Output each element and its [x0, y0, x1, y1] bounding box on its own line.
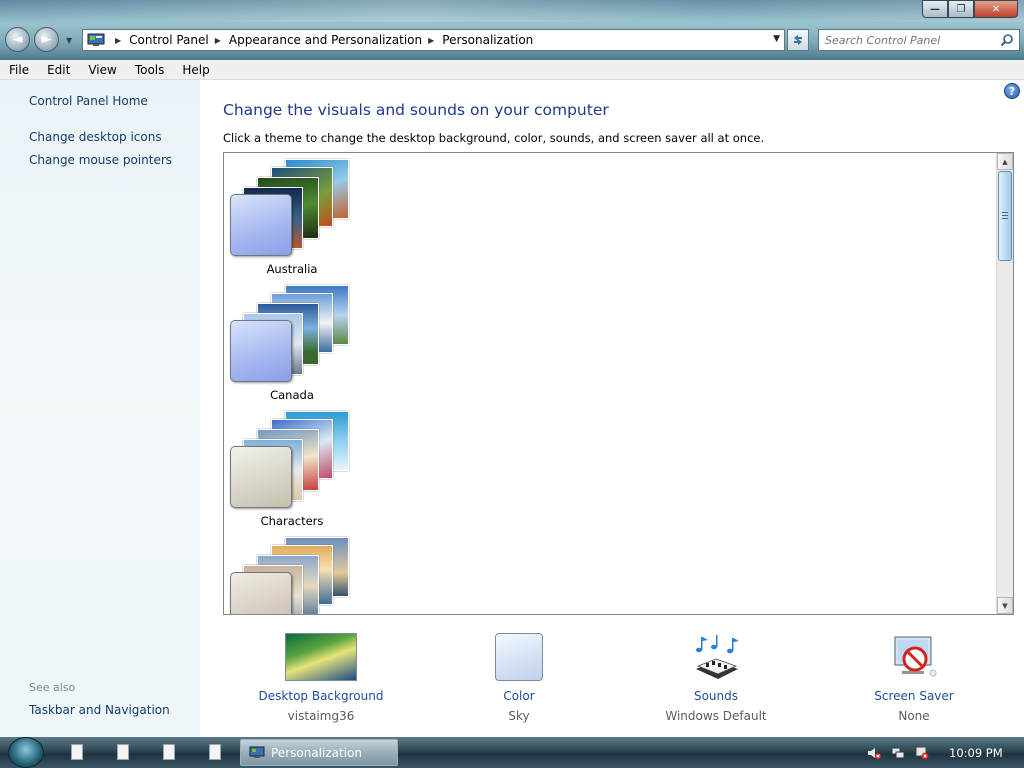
control-panel-icon: [249, 746, 265, 758]
menu-tools[interactable]: Tools: [126, 63, 174, 77]
breadcrumb-separator-icon[interactable]: ▶: [115, 36, 121, 45]
screen-saver-icon: [894, 636, 937, 677]
tile-name[interactable]: Sounds: [641, 689, 791, 703]
back-button[interactable]: ◄: [5, 27, 30, 52]
refresh-icon: [794, 35, 802, 45]
tile-value: Windows Default: [665, 709, 767, 723]
theme-list[interactable]: Australia Canada Characters ▲ ▼: [223, 152, 1014, 615]
see-also-heading: See also: [29, 681, 76, 694]
quick-launch-document-icon[interactable]: [71, 744, 83, 760]
quick-launch-document-icon[interactable]: [163, 744, 175, 760]
menu-edit[interactable]: Edit: [38, 63, 79, 77]
page-subtitle: Click a theme to change the desktop back…: [223, 131, 765, 145]
theme-name: Australia: [266, 262, 318, 276]
volume-muted-icon[interactable]: [867, 746, 881, 760]
tile-name[interactable]: Color: [444, 689, 594, 703]
window-controls: — ❐ ✕: [922, 0, 1018, 18]
minimize-button[interactable]: —: [922, 0, 948, 18]
main-content: ? Change the visuals and sounds on your …: [200, 80, 1024, 737]
address-bar[interactable]: ▶ Control Panel ▶ Appearance and Persona…: [82, 29, 785, 51]
tile-value: vistaimg36: [287, 709, 355, 723]
menu-bar: File Edit View Tools Help: [0, 60, 1024, 80]
control-panel-icon: [87, 33, 105, 46]
quick-launch-document-icon[interactable]: [209, 744, 221, 760]
sounds-icon: [696, 635, 739, 679]
theme-preview: [227, 157, 353, 257]
task-pane: Control Panel Home Change desktop icons …: [0, 80, 200, 737]
security-alert-icon[interactable]: [915, 746, 929, 760]
breadcrumb-appearance[interactable]: Appearance and Personalization: [229, 33, 422, 47]
theme-name: Characters: [260, 514, 324, 528]
breadcrumb-personalization[interactable]: Personalization: [442, 33, 533, 47]
menu-file[interactable]: File: [0, 63, 38, 77]
color-swatch-icon: [495, 633, 543, 681]
sounds-tile[interactable]: Sounds Windows Default: [641, 633, 791, 723]
tile-name[interactable]: Desktop Background: [246, 689, 396, 703]
window-color-swatch: [230, 572, 292, 614]
theme-item-canada[interactable]: Canada: [227, 283, 357, 407]
theme-name: Canada: [270, 388, 314, 402]
search-input[interactable]: [819, 33, 994, 47]
taskbar-button-personalization[interactable]: Personalization: [240, 739, 398, 766]
search-icon[interactable]: [1000, 33, 1014, 47]
search-box: [818, 29, 1020, 51]
window-color-swatch: [230, 194, 292, 256]
screen-saver-tile[interactable]: Screen Saver None: [839, 633, 989, 723]
scroll-grip-icon: [1002, 212, 1008, 220]
breadcrumb: ▶ Control Panel ▶ Appearance and Persona…: [109, 33, 533, 47]
menu-help[interactable]: Help: [173, 63, 218, 77]
tile-value: Sky: [508, 709, 530, 723]
change-mouse-pointers-link[interactable]: Change mouse pointers: [29, 153, 172, 167]
theme-item-australia[interactable]: Australia: [227, 157, 357, 281]
theme-preview: [227, 535, 353, 614]
breadcrumb-control-panel[interactable]: Control Panel: [129, 33, 209, 47]
change-desktop-icons-link[interactable]: Change desktop icons: [29, 130, 162, 144]
window-color-swatch: [230, 446, 292, 508]
breadcrumb-separator-icon[interactable]: ▶: [428, 36, 434, 45]
taskbar-button-label: Personalization: [271, 745, 362, 760]
window-color-swatch: [230, 320, 292, 382]
help-icon[interactable]: ?: [1004, 83, 1020, 99]
refresh-button[interactable]: [787, 29, 809, 51]
page-title: Change the visuals and sounds on your co…: [223, 101, 609, 119]
breadcrumb-separator-icon[interactable]: ▶: [215, 36, 221, 45]
scroll-down-arrow-icon[interactable]: ▼: [997, 597, 1013, 614]
clock[interactable]: 10:09 PM: [949, 746, 1003, 760]
forward-button[interactable]: ►: [34, 27, 59, 52]
theme-list-scrollbar[interactable]: ▲ ▼: [996, 153, 1013, 614]
address-dropdown-icon[interactable]: ▼: [773, 34, 780, 44]
taskbar: Personalization 10:09 PM: [0, 737, 1024, 768]
control-panel-home-link[interactable]: Control Panel Home: [29, 94, 148, 108]
quick-launch-document-icon[interactable]: [117, 744, 129, 760]
menu-view[interactable]: View: [79, 63, 125, 77]
close-button[interactable]: ✕: [974, 0, 1018, 18]
theme-preview: [227, 409, 353, 509]
start-button[interactable]: [8, 737, 44, 768]
color-tile[interactable]: Color Sky: [444, 633, 594, 723]
theme-item-characters[interactable]: Characters: [227, 409, 357, 533]
tile-value: None: [898, 709, 930, 723]
scroll-up-arrow-icon[interactable]: ▲: [997, 153, 1013, 170]
tile-name[interactable]: Screen Saver: [839, 689, 989, 703]
theme-preview: [227, 283, 353, 383]
scroll-thumb[interactable]: [998, 171, 1012, 261]
network-icon[interactable]: [891, 746, 905, 760]
wallpaper-icon: [285, 633, 357, 681]
taskbar-navigation-link[interactable]: Taskbar and Navigation: [29, 703, 170, 717]
desktop-background-tile[interactable]: Desktop Background vistaimg36: [246, 633, 396, 723]
maximize-button[interactable]: ❐: [948, 0, 974, 18]
theme-item-4[interactable]: [227, 535, 357, 614]
recent-pages-dropdown-icon[interactable]: ▼: [66, 36, 72, 45]
